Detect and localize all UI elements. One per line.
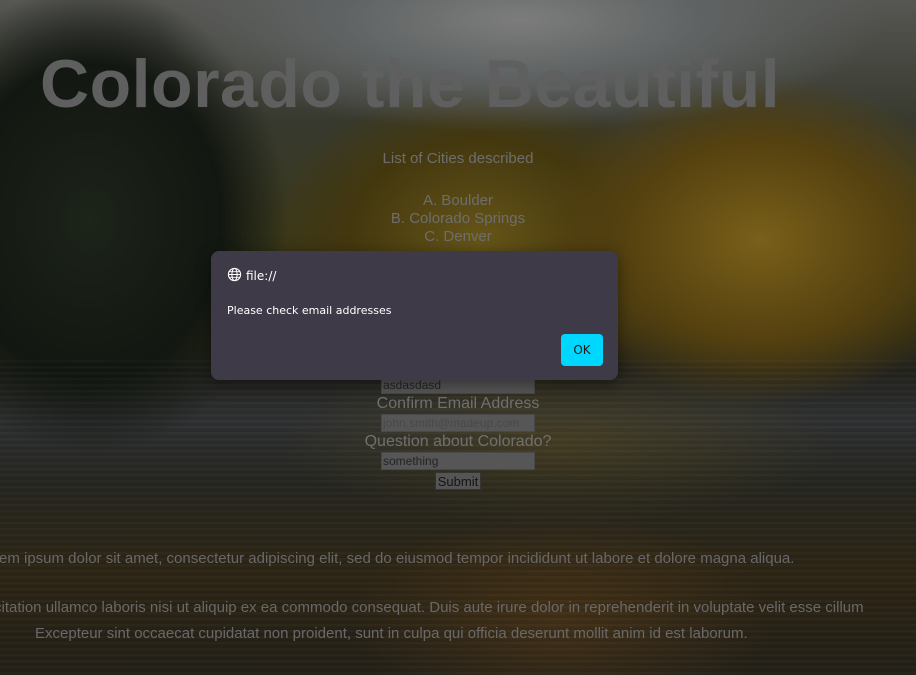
ok-button[interactable]: OK (561, 334, 603, 366)
dialog-origin-text: file:// (246, 269, 277, 283)
globe-icon (227, 267, 246, 285)
dialog-origin: file:// (227, 267, 276, 285)
page: Colorado the Beautiful List of Cities de… (0, 0, 916, 675)
alert-dialog: file:// Please check email addresses OK (211, 251, 618, 380)
dialog-message: Please check email addresses (227, 304, 392, 317)
